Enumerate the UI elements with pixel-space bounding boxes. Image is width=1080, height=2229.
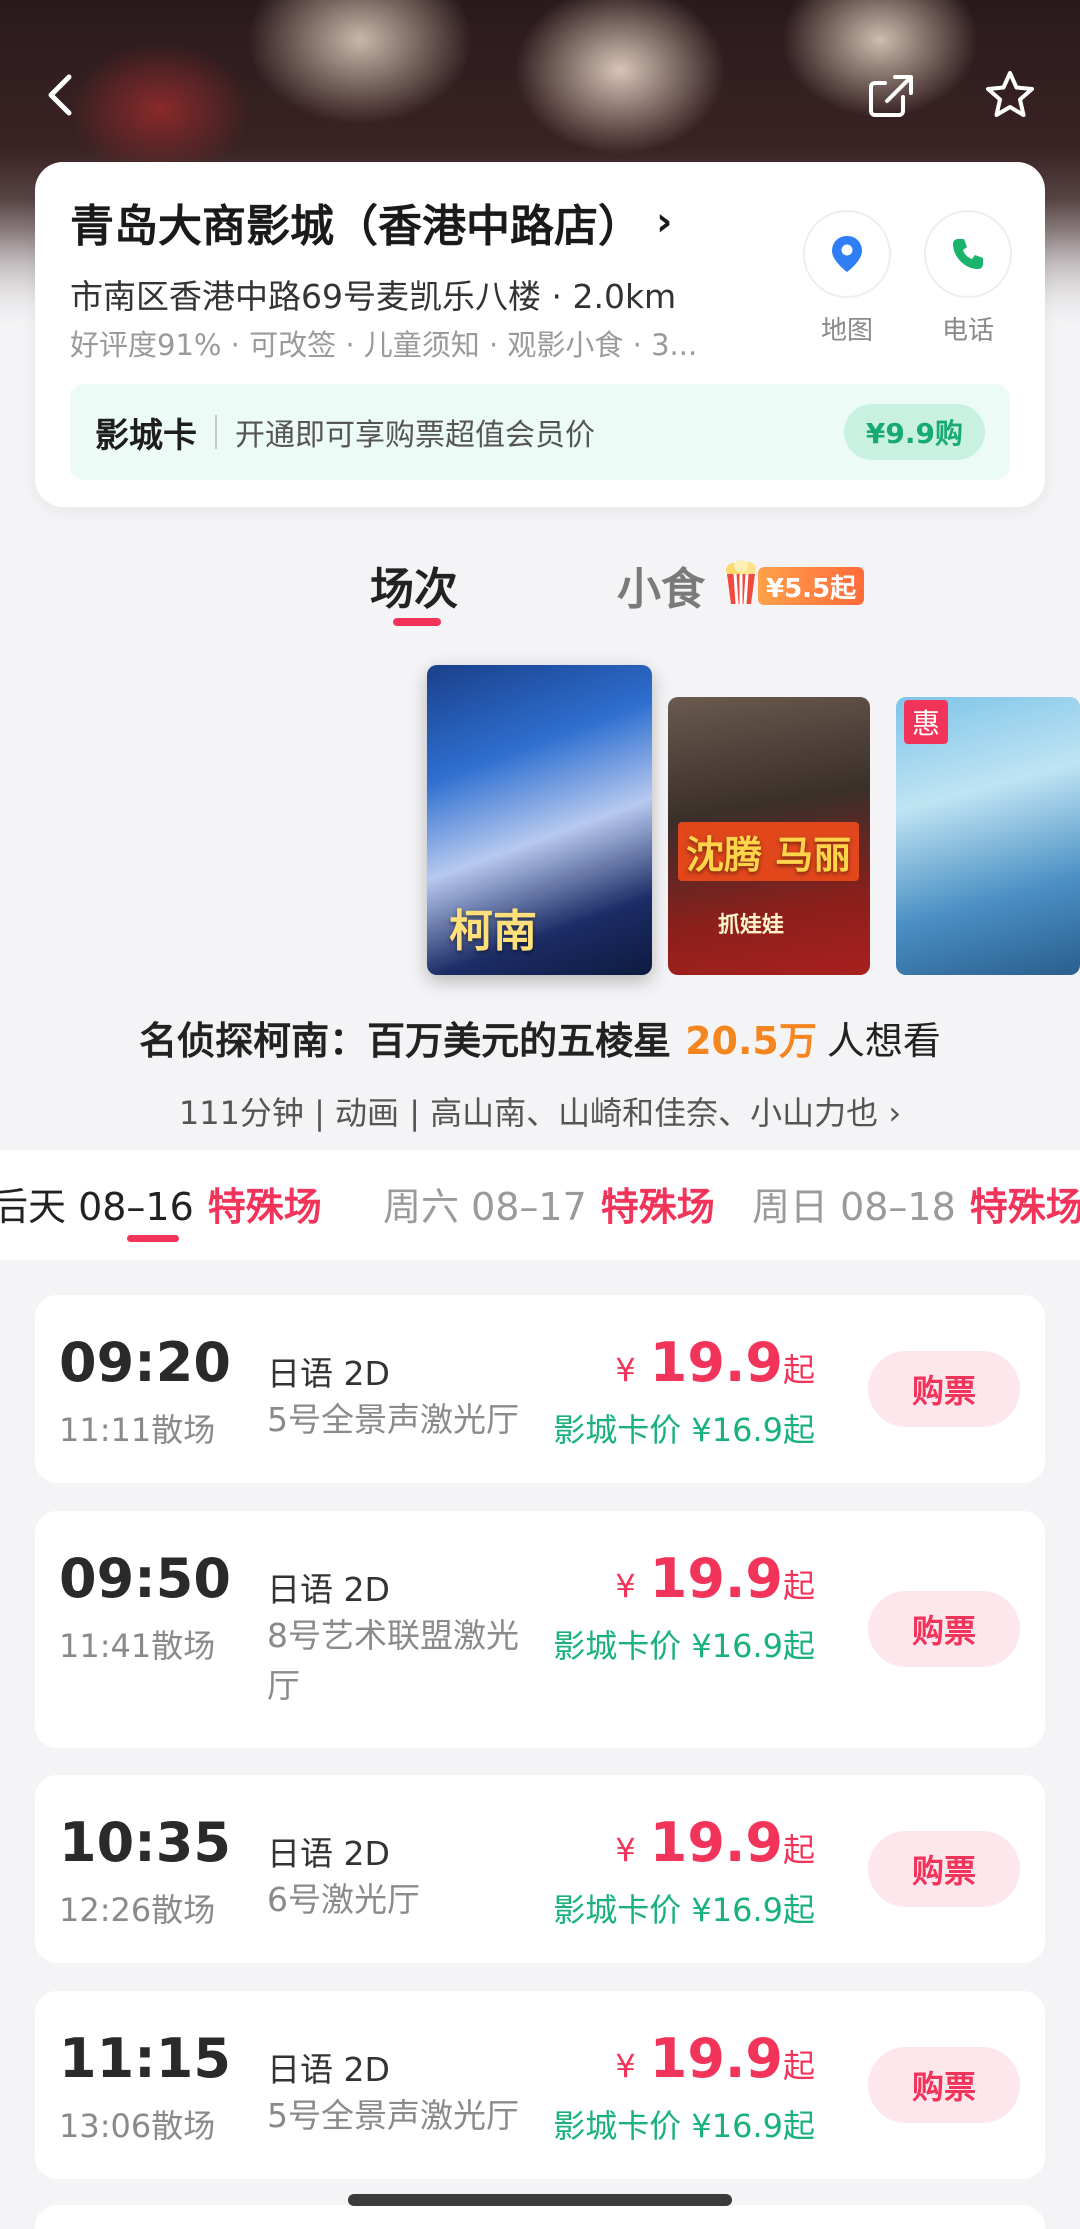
hall-name: 5号全景声激光厅 [267, 1400, 519, 1439]
end-time: 13:06散场 [59, 2107, 216, 2145]
star-icon[interactable] [975, 60, 1045, 130]
member-card-banner[interactable]: 影城卡 开通即可享购票超值会员价 ¥9.9购 [70, 384, 1010, 480]
end-time: 12:26散场 [59, 1891, 216, 1929]
member-card-price-button[interactable]: ¥9.9购 [843, 404, 985, 460]
start-time: 09:50 [59, 1547, 231, 1610]
buy-ticket-button[interactable]: 购票 [868, 1591, 1020, 1667]
movie-title: 名侦探柯南：百万美元的五棱星 [139, 1019, 672, 1063]
buy-ticket-button[interactable]: 购票 [868, 1831, 1020, 1907]
showtime-card[interactable]: 11:15 13:06散场 日语 2D 5号全景声激光厅 ¥19.9起 影城卡价… [35, 1991, 1045, 2179]
date-tab-0816[interactable]: 后天 08–16 特殊场 [0, 1176, 322, 1231]
cinema-address: 市南区香港中路69号麦凯乐八楼 · 2.0km [70, 277, 677, 316]
member-price: 影城卡价 ¥16.9起 [553, 1891, 815, 1929]
hall-name: 5号全景声激光厅 [267, 2096, 519, 2135]
showtime-card[interactable]: 10:35 12:26散场 日语 2D 6号激光厅 ¥19.9起 影城卡价 ¥1… [35, 1775, 1045, 1963]
phone-label: 电话 [941, 316, 994, 346]
home-indicator[interactable] [348, 2194, 732, 2206]
popcorn-icon [726, 560, 756, 605]
cinema-name-text: 青岛大商影城（香港中路店） [70, 201, 642, 252]
movie-title-line: 名侦探柯南：百万美元的五棱星 20.5万 人想看 [0, 1010, 1080, 1065]
cinema-tags[interactable]: 好评度91% · 可改签 · 儿童须知 · 观影小食 · 3... [70, 322, 760, 364]
page: 青岛大商影城（香港中路店） › 市南区香港中路69号麦凯乐八楼 · 2.0km … [0, 0, 1080, 2229]
chevron-right-icon: › [656, 199, 673, 245]
map-label: 地图 [820, 316, 873, 346]
showtime-card[interactable]: 09:50 11:41散场 日语 2D 8号艺术联盟激光厅 ¥19.9起 影城卡… [35, 1511, 1045, 1748]
start-time: 10:35 [59, 1811, 231, 1874]
hall-name: 6号激光厅 [267, 1880, 420, 1919]
tab-snacks[interactable]: 小食 [617, 553, 705, 617]
member-price: 影城卡价 ¥16.9起 [553, 2107, 815, 2145]
date-tab-0817[interactable]: 周六 08–17 特殊场 [383, 1176, 715, 1231]
language-format: 日语 2D [267, 2050, 390, 2089]
start-time: 09:20 [59, 1331, 231, 1394]
snack-price-badge: ¥5.5起 [758, 567, 865, 605]
phone-icon [953, 239, 983, 269]
want-count: 20.5万 [685, 1019, 817, 1063]
movie-poster[interactable]: 沈腾 马丽 抓娃娃 [668, 697, 870, 975]
discount-badge: 惠 [904, 700, 948, 744]
poster-title: 沈腾 马丽 [678, 822, 860, 881]
back-icon[interactable] [28, 60, 98, 130]
start-time: 11:15 [59, 2027, 231, 2090]
movie-poster-selected[interactable]: 柯南 [427, 665, 652, 975]
map-button[interactable]: 地图 [803, 210, 891, 347]
member-price: 影城卡价 ¥16.9起 [553, 1627, 815, 1665]
cinema-name[interactable]: 青岛大商影城（香港中路店） › [70, 190, 672, 254]
showtime-card[interactable] [35, 2205, 1045, 2229]
cinema-info-card: 青岛大商影城（香港中路店） › 市南区香港中路69号麦凯乐八楼 · 2.0km … [35, 162, 1045, 507]
poster-title: 柯南 [449, 906, 537, 957]
buy-ticket-button[interactable]: 购票 [868, 2047, 1020, 2123]
language-format: 日语 2D [267, 1354, 390, 1393]
ticket-price: ¥19.9起 [615, 2027, 815, 2090]
date-tab-0818[interactable]: 周日 08–18 特殊场 [752, 1176, 1080, 1231]
language-format: 日语 2D [267, 1570, 390, 1609]
ticket-price: ¥19.9起 [615, 1547, 815, 1610]
ticket-price: ¥19.9起 [615, 1811, 815, 1874]
end-time: 11:11散场 [59, 1411, 216, 1449]
poster-subtitle: 抓娃娃 [718, 913, 785, 938]
share-icon[interactable] [856, 60, 926, 130]
date-active-indicator [127, 1235, 179, 1242]
member-card-title: 影城卡 [95, 415, 197, 456]
showtime-card[interactable]: 09:20 11:11散场 日语 2D 5号全景声激光厅 ¥19.9起 影城卡价… [35, 1295, 1045, 1483]
phone-button[interactable]: 电话 [924, 210, 1012, 347]
member-card-description: 开通即可享购票超值会员价 [235, 418, 595, 453]
map-pin-icon [832, 236, 862, 272]
want-label: 人想看 [826, 1019, 941, 1063]
end-time: 11:41散场 [59, 1627, 216, 1665]
member-price: 影城卡价 ¥16.9起 [553, 1411, 815, 1449]
language-format: 日语 2D [267, 1834, 390, 1873]
hall-name: 8号艺术联盟激光厅 [267, 1616, 519, 1705]
buy-ticket-button[interactable]: 购票 [868, 1351, 1020, 1427]
movie-meta[interactable]: 111分钟 | 动画 | 高山南、山崎和佳奈、小山力也 › [0, 1088, 1080, 1134]
tab-active-indicator [393, 618, 441, 626]
ticket-price: ¥19.9起 [615, 1331, 815, 1394]
tab-showtimes[interactable]: 场次 [370, 553, 458, 617]
divider [215, 415, 217, 449]
